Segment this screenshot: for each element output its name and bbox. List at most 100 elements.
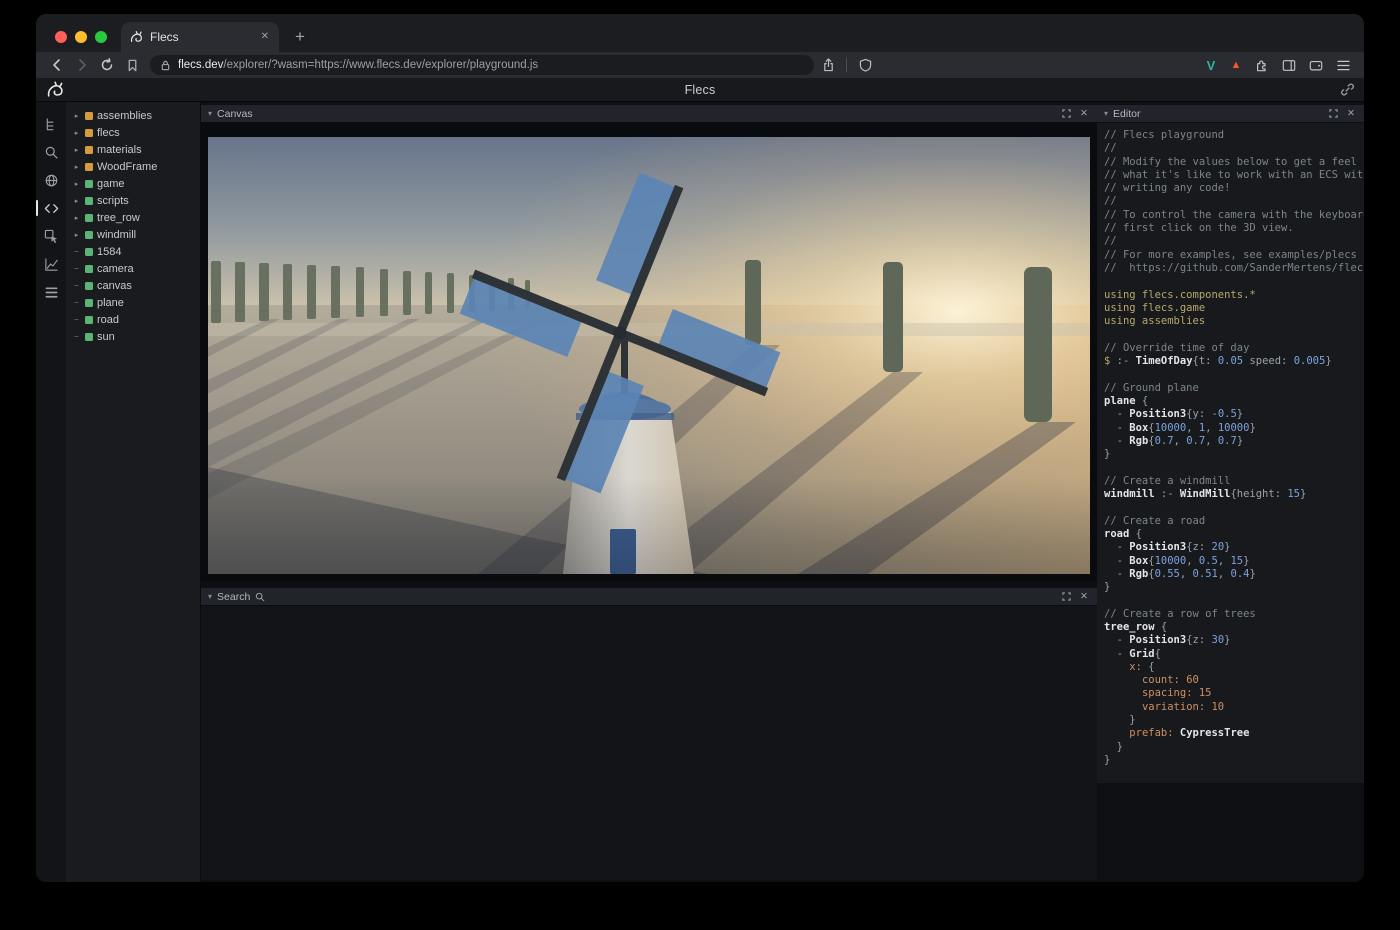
- sidebar-toggle-icon[interactable]: [1278, 55, 1300, 75]
- editor-panel-title: Editor: [1113, 108, 1140, 120]
- window-controls: [36, 31, 121, 52]
- search-close-icon[interactable]: ✕: [1078, 592, 1090, 602]
- tree-item[interactable]: –road: [66, 311, 200, 328]
- code-line: // first click on the 3D view.: [1104, 222, 1364, 235]
- leaf-dash-icon: –: [72, 248, 81, 255]
- entity-color-square: [85, 299, 93, 307]
- bookmark-icon[interactable]: [121, 55, 143, 75]
- editor-fullscreen-icon[interactable]: [1327, 109, 1340, 118]
- zoom-window-button[interactable]: [95, 31, 107, 43]
- new-tab-button[interactable]: +: [287, 24, 313, 50]
- tree-item-label: windmill: [97, 229, 136, 241]
- menu-button[interactable]: [1332, 55, 1354, 75]
- tab-favicon-flecs-logo-icon: [129, 30, 143, 44]
- close-window-button[interactable]: [55, 31, 67, 43]
- canvas-close-icon[interactable]: ✕: [1078, 109, 1090, 119]
- search-panel-body: [201, 606, 1097, 880]
- code-line: spacing: 15: [1104, 687, 1364, 700]
- editor-code[interactable]: // Flecs playground//// Modify the value…: [1097, 123, 1364, 783]
- collapse-caret-icon[interactable]: ▾: [1104, 109, 1108, 118]
- back-button[interactable]: [46, 55, 68, 75]
- collapse-caret-icon[interactable]: ▾: [208, 592, 212, 601]
- address-bar[interactable]: flecs.dev/explorer/?wasm=https://www.fle…: [150, 55, 814, 75]
- expand-arrow-icon[interactable]: ▸: [72, 112, 81, 120]
- rail-stats-icon[interactable]: [36, 253, 66, 275]
- share-button[interactable]: [817, 55, 839, 75]
- code-line: - Rgb{0.7, 0.7, 0.7}: [1104, 435, 1364, 448]
- permalink-icon[interactable]: [1341, 83, 1354, 96]
- tree-item[interactable]: ▸ game: [66, 175, 200, 192]
- forward-button[interactable]: [71, 55, 93, 75]
- code-line: // Create a road: [1104, 515, 1364, 528]
- canvas-3d-scene[interactable]: [208, 137, 1090, 574]
- tree-item-label: 1584: [97, 246, 121, 258]
- tree-item[interactable]: ▸ assemblies: [66, 107, 200, 124]
- wallet-icon[interactable]: [1305, 55, 1327, 75]
- rail-log-icon[interactable]: [36, 281, 66, 303]
- expand-arrow-icon[interactable]: ▸: [72, 197, 81, 205]
- tree-item[interactable]: ▸tree_row: [66, 209, 200, 226]
- tree-item[interactable]: ▸flecs: [66, 124, 200, 141]
- tree-item[interactable]: –plane: [66, 294, 200, 311]
- code-line: //: [1104, 195, 1364, 208]
- code-line: - Grid{: [1104, 648, 1364, 661]
- browser-tab[interactable]: Flecs ✕: [121, 22, 279, 52]
- tree-item-label: canvas: [97, 280, 132, 292]
- code-line: $ :- TimeOfDay{t: 0.05 speed: 0.005}: [1104, 355, 1364, 368]
- leaf-dash-icon: –: [72, 333, 81, 340]
- tree-item[interactable]: –sun: [66, 328, 200, 345]
- entity-color-square: [85, 231, 93, 239]
- expand-arrow-icon[interactable]: ▸: [72, 129, 81, 137]
- code-line: using assemblies: [1104, 315, 1364, 328]
- code-line: // what it's like to work with an ECS wi…: [1104, 169, 1364, 182]
- rail-inspect-icon[interactable]: [36, 225, 66, 247]
- flecs-logo-icon[interactable]: [45, 80, 64, 99]
- entity-color-square: [85, 129, 93, 137]
- rail-entities-icon[interactable]: [36, 113, 66, 135]
- leaf-dash-icon: –: [72, 282, 81, 289]
- tree-item[interactable]: ▸scripts: [66, 192, 200, 209]
- search-panel-header: ▾ Search ✕: [201, 588, 1097, 606]
- canvas-fullscreen-icon[interactable]: [1060, 109, 1073, 118]
- code-line: x: {: [1104, 661, 1364, 674]
- reload-button[interactable]: [96, 55, 118, 75]
- editor-panel-header: ▾ Editor ✕: [1097, 105, 1364, 123]
- tree-item-label: road: [97, 314, 119, 326]
- editor-close-icon[interactable]: ✕: [1345, 109, 1357, 119]
- entity-color-square: [85, 316, 93, 324]
- entity-color-square: [85, 180, 93, 188]
- minimize-window-button[interactable]: [75, 31, 87, 43]
- rail-code-icon[interactable]: [36, 197, 66, 219]
- rail-world-icon[interactable]: [36, 169, 66, 191]
- expand-arrow-icon[interactable]: ▸: [72, 214, 81, 222]
- rewards-icon[interactable]: ▲: [1226, 59, 1246, 71]
- code-line: // To control the camera with the keyboa…: [1104, 209, 1364, 222]
- tree-item[interactable]: ▸ windmill: [66, 226, 200, 243]
- code-line: - Box{10000, 0.5, 15}: [1104, 555, 1364, 568]
- expand-arrow-icon[interactable]: ▸: [72, 146, 81, 154]
- entity-tree: ▸assemblies▸flecs▸materials▸WoodFrame▸ga…: [66, 102, 201, 882]
- extension-v-icon[interactable]: V: [1201, 58, 1221, 73]
- entity-color-square: [85, 333, 93, 341]
- tree-item-label: assemblies: [97, 110, 152, 122]
- collapse-caret-icon[interactable]: ▾: [208, 109, 212, 118]
- shield-icon[interactable]: [854, 55, 876, 75]
- expand-arrow-icon[interactable]: ▸: [72, 180, 81, 188]
- tab-close-icon[interactable]: ✕: [259, 30, 271, 44]
- code-line: [1104, 461, 1364, 474]
- expand-arrow-icon[interactable]: ▸: [72, 231, 81, 239]
- code-line: }: [1104, 581, 1364, 594]
- extensions-puzzle-icon[interactable]: [1251, 55, 1273, 75]
- tree-item[interactable]: ▸materials: [66, 141, 200, 158]
- rail-search-icon[interactable]: [36, 141, 66, 163]
- tree-item[interactable]: –camera: [66, 260, 200, 277]
- tree-item[interactable]: ▸WoodFrame: [66, 158, 200, 175]
- tree-item[interactable]: – canvas: [66, 277, 200, 294]
- tree-item[interactable]: – 1584: [66, 243, 200, 260]
- tree-item-label: game: [97, 178, 125, 190]
- code-line: }: [1104, 754, 1364, 767]
- extensions-cluster: V ▲: [1201, 55, 1354, 75]
- expand-arrow-icon[interactable]: ▸: [72, 163, 81, 171]
- search-fullscreen-icon[interactable]: [1060, 592, 1073, 601]
- editor-column: ▾ Editor ✕ // Flecs playground//// Modif…: [1097, 102, 1364, 882]
